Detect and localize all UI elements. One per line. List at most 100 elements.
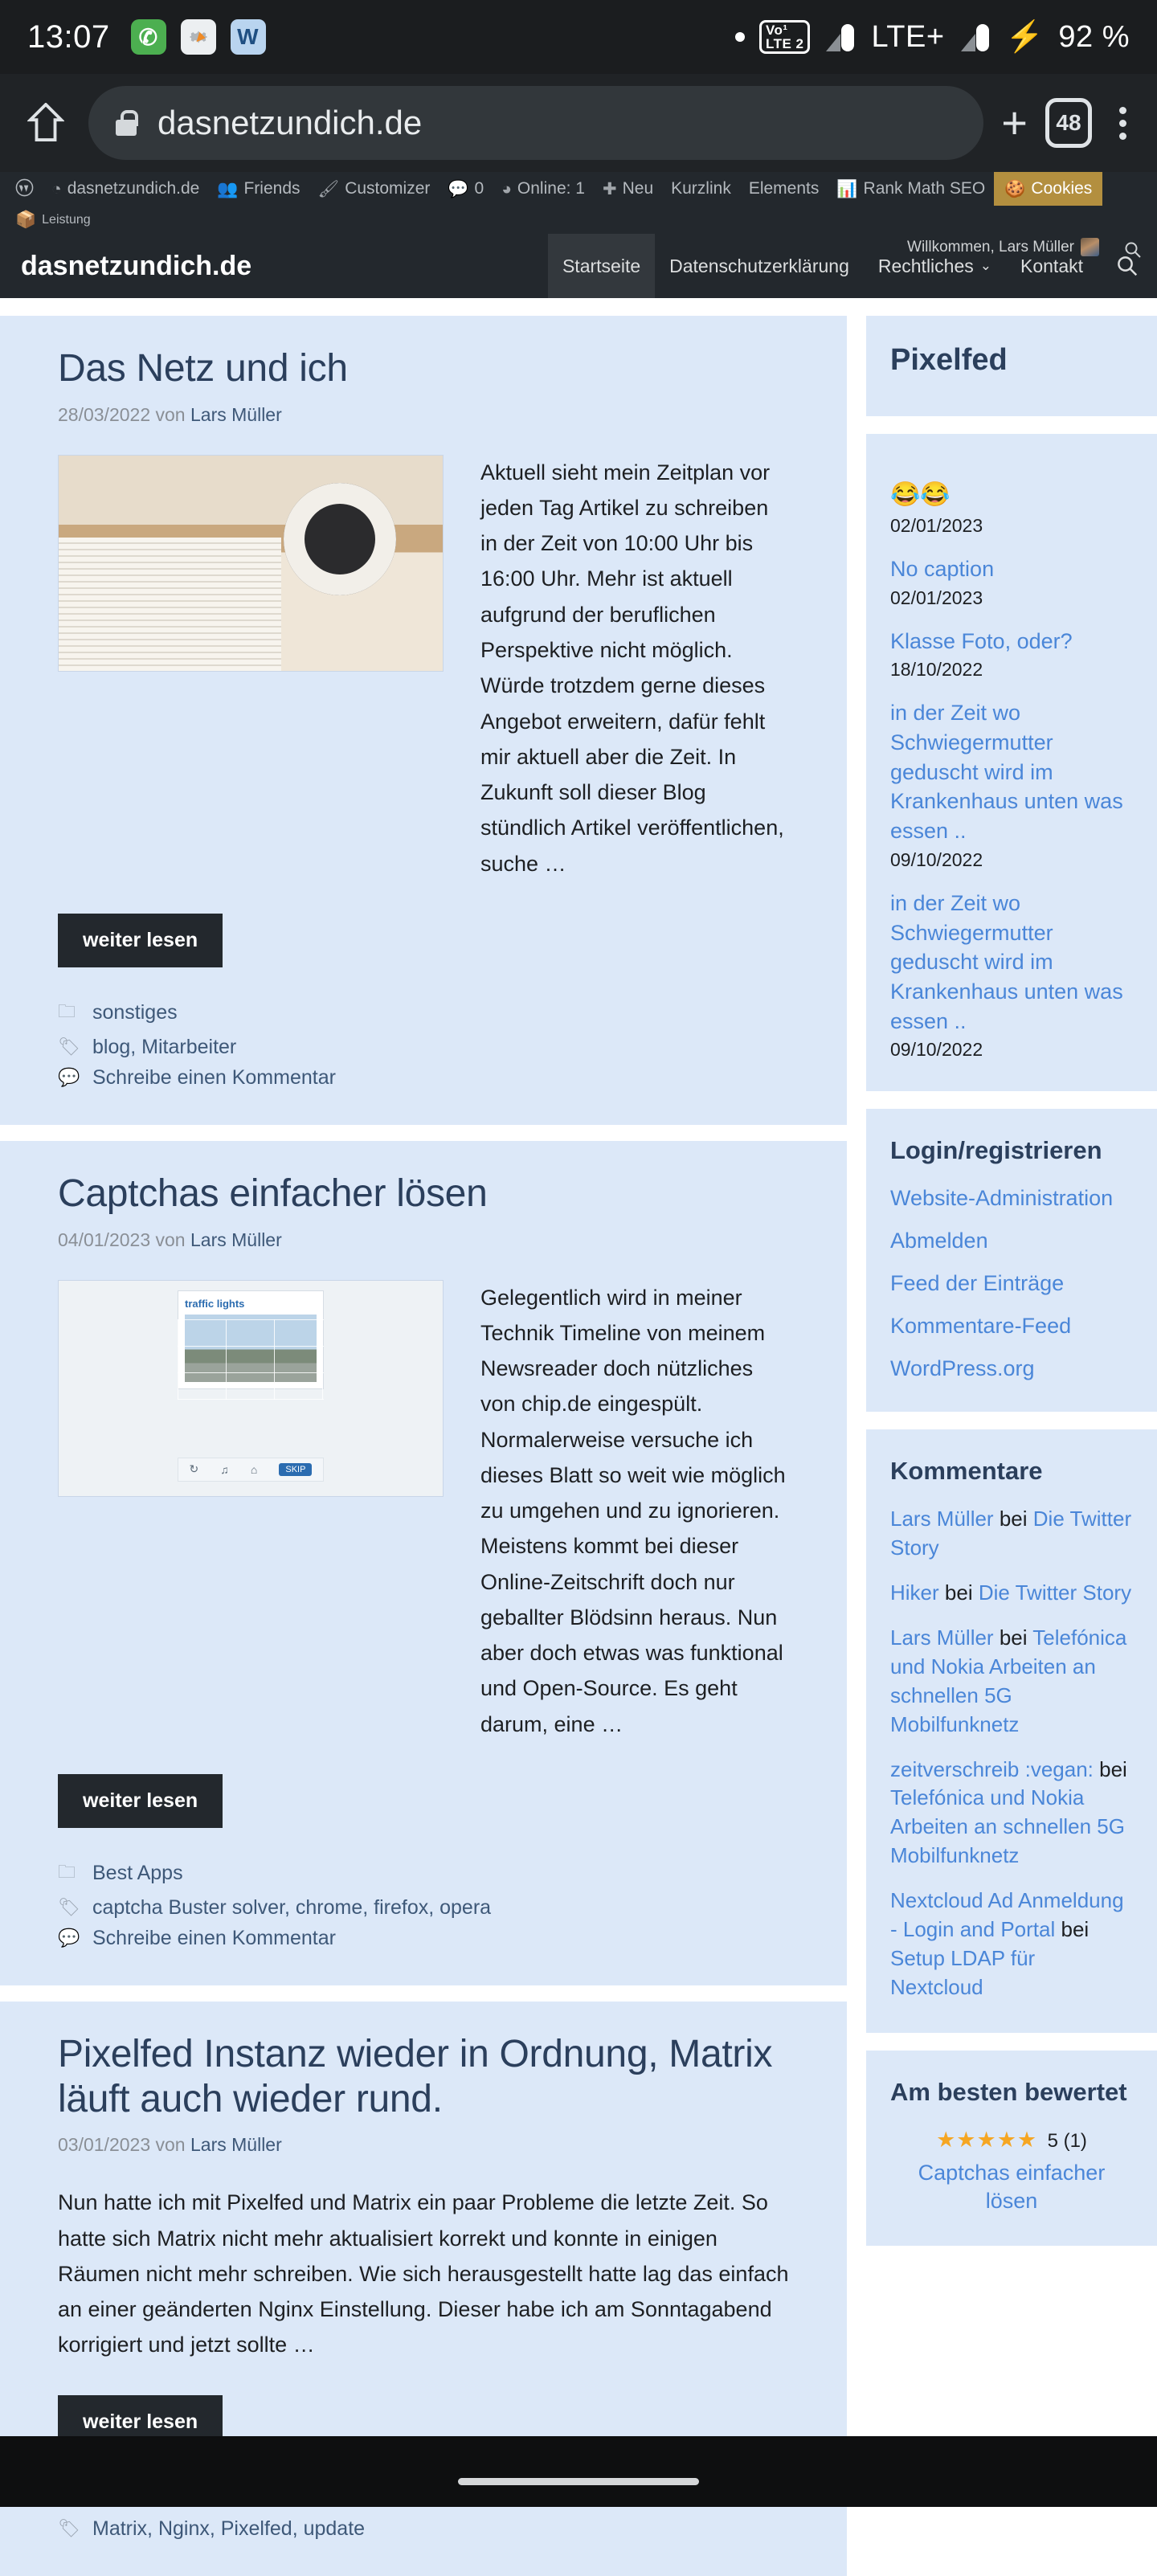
post-comment-row[interactable]: 💬 Schreibe einen Kommentar xyxy=(58,1066,789,1090)
post-category-row[interactable]: 🗀 sonstiges xyxy=(58,998,789,1028)
feed-item-date: 02/01/2023 xyxy=(890,515,1133,537)
rating-score: 5 (1) xyxy=(1048,2130,1087,2152)
list-item: Kommentare-Feed xyxy=(890,1314,1133,1339)
adminbar-cookies-label: Cookies xyxy=(1031,179,1092,198)
network-type-label: LTE+ xyxy=(871,20,944,55)
welcome-greeting[interactable]: Willkommen, Lars Müller xyxy=(907,238,1099,256)
adminbar-item-rank-math[interactable]: 📊 Rank Math SEO xyxy=(828,174,994,204)
comment-post-link[interactable]: Setup LDAP für Nextcloud xyxy=(890,1946,1035,1999)
comment-bubble-icon: 💬 xyxy=(448,181,468,198)
feed-item-link[interactable]: in der Zeit wo Schwiegermutter geduscht … xyxy=(890,889,1133,1037)
login-link-logout[interactable]: Abmelden xyxy=(890,1229,988,1253)
comment-author-link[interactable]: zeitverschreib :vegan: xyxy=(890,1757,1094,1781)
android-status-bar: 13:07 ✆ W Vo¹ LTE 2 LTE+ ⚡ 92 % xyxy=(0,0,1157,74)
adminbar-new-label: Neu xyxy=(623,179,654,198)
adminbar-item-new[interactable]: ✚ Neu xyxy=(594,174,662,204)
feed-item-link[interactable]: Klasse Foto, oder? xyxy=(890,627,1133,656)
feed-item-link[interactable]: in der Zeit wo Schwiegermutter geduscht … xyxy=(890,698,1133,846)
login-link-comments-feed[interactable]: Kommentare-Feed xyxy=(890,1314,1071,1338)
adminbar-item-online[interactable]: ◕ Online: 1 xyxy=(493,174,594,204)
nav-bar-mask xyxy=(0,2436,1157,2455)
volte-top-label: Vo¹ xyxy=(766,23,804,37)
post-author[interactable]: Lars Müller xyxy=(190,404,282,425)
new-tab-button[interactable]: + xyxy=(1001,100,1028,145)
adminbar-item-wp-logo[interactable] xyxy=(6,173,43,206)
sidebar: Pixelfed 😂😂 02/01/2023 No caption 02/01/… xyxy=(866,316,1157,2576)
header-search-icon[interactable] xyxy=(1123,240,1143,265)
adminbar-item-elements[interactable]: Elements xyxy=(740,174,828,204)
feed-item: in der Zeit wo Schwiegermutter geduscht … xyxy=(890,698,1133,871)
login-link-entries-feed[interactable]: Feed der Einträge xyxy=(890,1271,1064,1295)
adminbar-item-leistung[interactable]: 📦 Leistung xyxy=(6,206,100,234)
comment-bei-label: bei xyxy=(1000,1507,1028,1531)
post-tags-row[interactable]: 🏷 blog, Mitarbeiter xyxy=(58,1036,789,1059)
feed-item-link[interactable]: 😂😂 xyxy=(890,479,1133,512)
post-tags-label: captcha Buster solver, chrome, firefox, … xyxy=(92,1896,491,1920)
feed-item-date: 18/10/2022 xyxy=(890,659,1133,681)
post-author[interactable]: Lars Müller xyxy=(190,1229,282,1250)
comment-author-link[interactable]: Lars Müller xyxy=(890,1625,994,1650)
page-body: Das Netz und ich 28/03/2022 von Lars Mül… xyxy=(0,298,1157,2576)
widget-top-rated: Am besten bewertet ★★★★★ 5 (1) Captchas … xyxy=(866,2051,1157,2246)
comment-post-link[interactable]: Die Twitter Story xyxy=(979,1580,1131,1605)
nav-item-startseite[interactable]: Startseite xyxy=(548,234,655,298)
status-app-icons: ✆ W xyxy=(131,19,266,55)
nav-item-datenschutz[interactable]: Datenschutzerklärung xyxy=(655,234,864,298)
tab-count-button[interactable]: 48 xyxy=(1045,98,1092,148)
post-comment-row[interactable]: 💬 Schreibe einen Kommentar xyxy=(58,1927,789,1950)
volte-dual-sim-icon: Vo¹ LTE 2 xyxy=(759,20,811,54)
comment-author-link[interactable]: Hiker xyxy=(890,1580,939,1605)
browser-menu-button[interactable] xyxy=(1110,107,1136,140)
login-link-admin[interactable]: Website-Administration xyxy=(890,1186,1113,1210)
feed-item-link[interactable]: No caption xyxy=(890,554,1133,584)
main-content: Das Netz und ich 28/03/2022 von Lars Mül… xyxy=(0,316,847,2576)
folder-icon: 🗀 xyxy=(58,998,79,1028)
post-title[interactable]: Pixelfed Instanz wieder in Ordnung, Matr… xyxy=(58,2032,789,2121)
post-date: 28/03/2022 xyxy=(58,404,150,425)
list-item: Website-Administration xyxy=(890,1186,1133,1211)
nav-label-datenschutz: Datenschutzerklärung xyxy=(669,256,849,277)
adminbar-item-comments[interactable]: 💬 0 xyxy=(439,174,493,204)
read-more-button[interactable]: weiter lesen xyxy=(58,914,223,967)
comment-author-link[interactable]: Lars Müller xyxy=(890,1507,994,1531)
read-more-button[interactable]: weiter lesen xyxy=(58,1774,223,1828)
android-nav-bar xyxy=(0,2455,1157,2507)
avatar xyxy=(1081,238,1099,256)
comment-post-link[interactable]: Telefónica und Nokia Arbeiten an schnell… xyxy=(890,1785,1125,1867)
post-thumbnail[interactable] xyxy=(58,455,444,881)
gesture-pill-handle[interactable] xyxy=(458,2478,699,2485)
adminbar-site-label: dasnetzundich.de xyxy=(67,179,200,198)
top-rated-post-link[interactable]: Captchas einfacher lösen xyxy=(890,2159,1133,2215)
star-rating-icon: ★★★★★ xyxy=(936,2128,1037,2152)
comment-bei-label: bei xyxy=(1000,1625,1028,1650)
list-item: Lars Müller bei Die Twitter Story xyxy=(890,1505,1133,1563)
home-icon[interactable] xyxy=(21,98,71,148)
site-brand[interactable]: dasnetzundich.de xyxy=(0,234,272,298)
adminbar-item-kurzlink[interactable]: Kurzlink xyxy=(662,174,740,204)
post-tags-label: blog, Mitarbeiter xyxy=(92,1036,236,1059)
adminbar-kurzlink-label: Kurzlink xyxy=(671,179,731,198)
post-title[interactable]: Captchas einfacher lösen xyxy=(58,1171,789,1216)
post-by-label: von xyxy=(156,2134,186,2155)
login-link-wordpress-org[interactable]: WordPress.org xyxy=(890,1356,1035,1380)
post-tags-row[interactable]: 🏷 captcha Buster solver, chrome, firefox… xyxy=(58,1896,789,1920)
feed-item-date: 02/01/2023 xyxy=(890,587,1133,609)
notification-dot-icon xyxy=(735,32,745,42)
feed-item-date: 09/10/2022 xyxy=(890,1039,1133,1061)
adminbar-elements-label: Elements xyxy=(749,179,820,198)
adminbar-item-customizer[interactable]: 🖌 Customizer xyxy=(309,174,439,204)
post-category-row[interactable]: 🗀 Best Apps xyxy=(58,1858,789,1889)
tag-icon: 🏷 xyxy=(58,1897,79,1918)
post-author[interactable]: Lars Müller xyxy=(190,2134,282,2155)
performance-box-icon: 📦 xyxy=(15,211,36,228)
adminbar-item-site-name[interactable]: ◔ dasnetzundich.de xyxy=(43,174,208,204)
comment-bei-label: bei xyxy=(945,1580,973,1605)
post-thumbnail[interactable]: traffic lights ↻♫⌂SKIP xyxy=(58,1280,444,1742)
adminbar-item-cookies[interactable]: 🍪 Cookies xyxy=(994,172,1102,206)
post-title[interactable]: Das Netz und ich xyxy=(58,346,789,391)
adminbar-item-friends[interactable]: 👥 Friends xyxy=(208,174,309,204)
adminbar-comment-count: 0 xyxy=(475,179,484,198)
url-bar[interactable]: dasnetzundich.de xyxy=(88,86,983,160)
cookie-icon: 🍪 xyxy=(1004,181,1025,198)
post-tags-row[interactable]: 🏷 Matrix, Nginx, Pixelfed, update xyxy=(58,2517,789,2541)
